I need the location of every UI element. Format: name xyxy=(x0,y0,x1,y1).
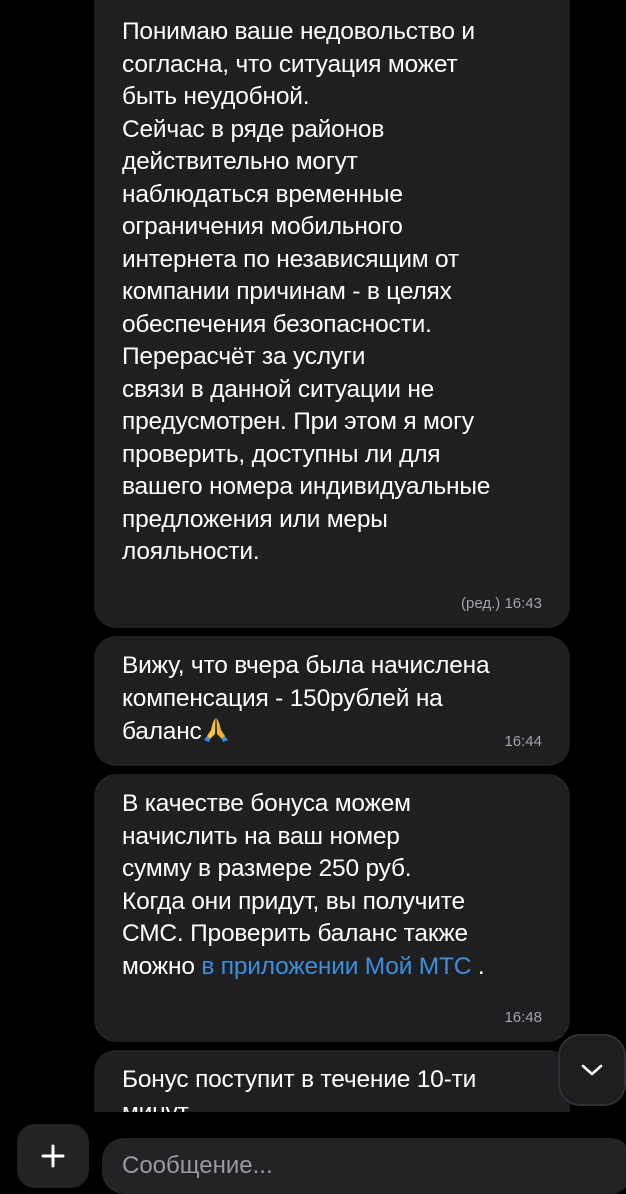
composer-bar xyxy=(0,1112,626,1194)
message-text: В качестве бонуса можем начислить на ваш… xyxy=(122,788,542,983)
message-bubble[interactable]: В качестве бонуса можем начислить на ваш… xyxy=(94,774,570,1042)
message-time: 16:48 xyxy=(504,1009,542,1026)
message-input-box[interactable] xyxy=(102,1138,626,1194)
message-time: 16:44 xyxy=(504,733,542,750)
message-text-body: В качестве бонуса можем начислить на ваш… xyxy=(122,790,468,980)
plus-icon xyxy=(41,1144,65,1168)
message-time: 16:43 xyxy=(504,595,542,612)
message-text: Бонус поступит в течение 10-ти минут xyxy=(122,1066,477,1112)
folded-hands-emoji xyxy=(203,718,228,742)
message-meta: (ред.) 16:43 xyxy=(461,595,542,612)
message-bubble[interactable]: Понимаю ваше недовольство и согласна, чт… xyxy=(94,0,570,628)
message-text-body: Вижу, что вчера была начислена компенсац… xyxy=(122,652,490,745)
app-link[interactable]: в приложении Мой МТС xyxy=(201,953,471,980)
scroll-down-button[interactable] xyxy=(558,1034,626,1106)
message-input[interactable] xyxy=(122,1152,626,1180)
message-text-tail: . xyxy=(471,952,485,980)
message-bubble[interactable]: Вижу, что вчера была начислена компенсац… xyxy=(94,636,570,766)
attach-button[interactable] xyxy=(17,1124,89,1188)
edited-label: (ред.) xyxy=(461,595,501,612)
message-bubble[interactable]: Бонус поступит в течение 10-ти минут xyxy=(94,1050,570,1112)
message-text: Понимаю ваше недовольство и согласна, чт… xyxy=(122,18,491,565)
chevron-down-icon xyxy=(581,1064,603,1076)
chat-area: Понимаю ваше недовольство и согласна, чт… xyxy=(0,0,626,1112)
message-text: Вижу, что вчера была начислена компенсац… xyxy=(122,650,542,749)
